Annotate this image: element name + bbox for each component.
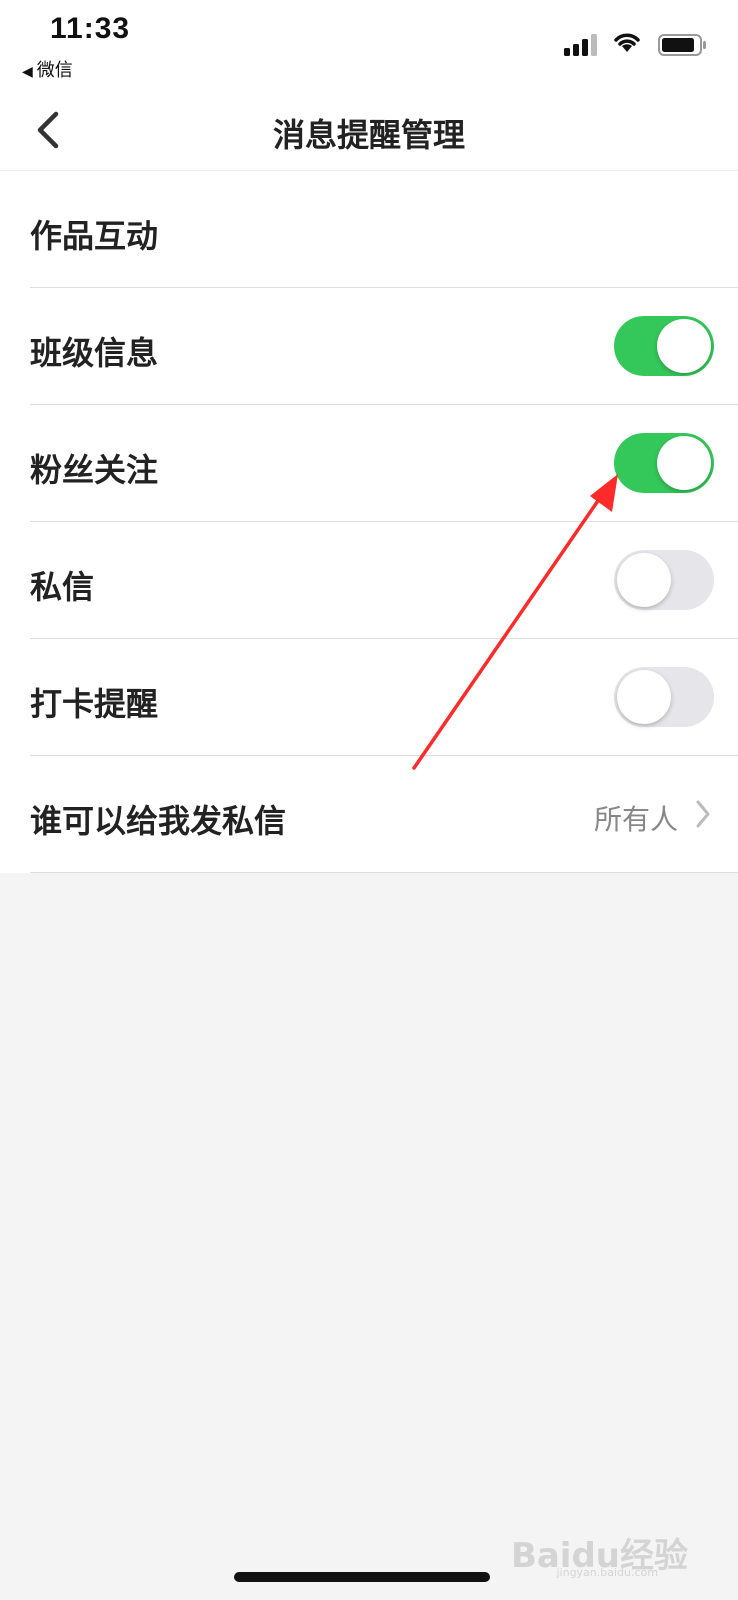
toggle-knob	[617, 553, 671, 607]
setting-label: 谁可以给我发私信	[30, 802, 287, 840]
checkin-reminder-toggle[interactable]	[614, 667, 714, 727]
toggle-knob	[657, 319, 711, 373]
setting-label: 班级信息	[30, 334, 159, 372]
fan-follow-toggle[interactable]	[614, 433, 714, 493]
navigation-bar: 消息提醒管理	[0, 90, 738, 171]
back-to-app-link[interactable]: ◀ 微信	[22, 56, 73, 82]
setting-label: 作品互动	[30, 217, 159, 255]
setting-label: 私信	[30, 568, 95, 606]
setting-row-works-interaction[interactable]: 作品互动	[30, 171, 738, 288]
home-indicator[interactable]	[234, 1572, 490, 1582]
setting-value: 所有人	[593, 803, 678, 836]
battery-icon	[658, 34, 706, 56]
setting-row-fan-follow: 粉丝关注	[30, 405, 738, 522]
watermark-url: jingyan.baidu.com	[556, 1566, 658, 1579]
setting-label: 打卡提醒	[30, 685, 159, 723]
setting-row-who-can-message[interactable]: 谁可以给我发私信 所有人	[30, 756, 738, 873]
wifi-icon	[614, 33, 640, 52]
setting-row-checkin-reminder: 打卡提醒	[30, 639, 738, 756]
setting-label: 粉丝关注	[30, 451, 159, 489]
chevron-right-icon	[696, 800, 710, 828]
setting-row-private-message: 私信	[30, 522, 738, 639]
setting-row-class-info: 班级信息	[30, 288, 738, 405]
back-app-label: 微信	[36, 60, 73, 81]
signal-icon	[564, 34, 597, 56]
toggle-knob	[657, 436, 711, 490]
status-bar: 11:33 ◀ 微信	[0, 0, 738, 90]
back-triangle-icon: ◀	[22, 64, 33, 80]
class-info-toggle[interactable]	[614, 316, 714, 376]
toggle-knob	[617, 670, 671, 724]
private-message-toggle[interactable]	[614, 550, 714, 610]
settings-list: 作品互动 班级信息 粉丝关注 私信 打卡提醒 谁可以给我发私信 所有人	[0, 171, 738, 873]
page-title: 消息提醒管理	[272, 116, 465, 154]
status-time: 11:33	[50, 12, 131, 45]
